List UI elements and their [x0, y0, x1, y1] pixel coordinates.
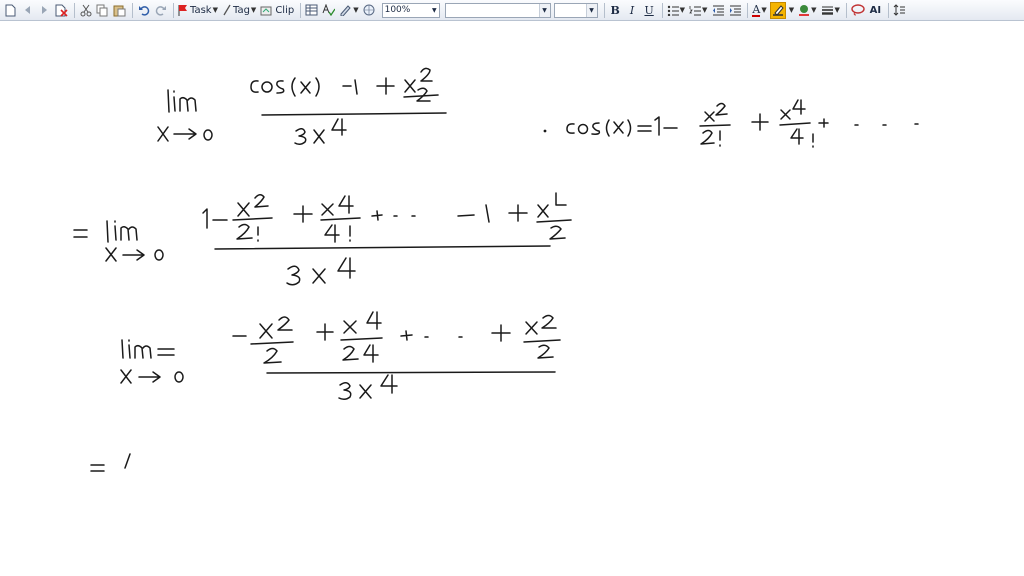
- chevron-down-icon: ▼: [585, 3, 597, 17]
- toolbar-separator: [132, 2, 133, 18]
- highlighter-button[interactable]: [769, 1, 786, 19]
- task-label: Task: [190, 4, 212, 16]
- chevron-down-icon: ▼: [538, 3, 550, 17]
- italic-button[interactable]: I: [625, 2, 640, 19]
- toolbar-separator: [845, 2, 847, 18]
- chevron-down-icon: ▼: [353, 6, 359, 14]
- clip-icon: [260, 6, 272, 16]
- font-color-button[interactable]: A ▼: [751, 2, 767, 19]
- text-style-button[interactable]: AI: [868, 2, 883, 19]
- tag-button[interactable]: Tag ▼: [221, 2, 257, 19]
- outdent-icon[interactable]: [710, 2, 725, 19]
- line-weight-icon[interactable]: ▼: [820, 2, 841, 19]
- delete-page-icon[interactable]: [54, 2, 69, 19]
- zoom-value: 100%: [384, 4, 411, 15]
- copy-icon[interactable]: [95, 2, 110, 19]
- toolbar-separator: [887, 2, 889, 18]
- chevron-down-icon: ▼: [811, 6, 817, 14]
- line-spacing-icon[interactable]: [892, 2, 907, 19]
- zoom-select[interactable]: 100% ▼: [381, 2, 440, 18]
- limit-expression-3: [120, 311, 561, 401]
- font-size-select[interactable]: ▼: [553, 2, 598, 18]
- new-page-icon[interactable]: [3, 2, 18, 19]
- limit-expression-1: [157, 67, 447, 146]
- handwritten-math: [73, 67, 919, 472]
- bullet-list-icon[interactable]: ▼: [666, 2, 686, 19]
- highlighter-icon: [772, 5, 784, 16]
- toolbar-separator: [300, 2, 302, 18]
- chevron-down-icon: ▼: [679, 6, 685, 14]
- forward-icon[interactable]: [37, 2, 52, 19]
- paste-icon[interactable]: [112, 2, 127, 19]
- chevron-down-icon: ▼: [834, 6, 840, 14]
- tag-label: Tag: [232, 4, 250, 16]
- font-name-select[interactable]: ▼: [444, 2, 551, 18]
- limit-expression-2: [73, 192, 572, 286]
- underline-button[interactable]: U: [642, 2, 657, 19]
- clip-button[interactable]: Clip: [259, 2, 295, 19]
- task-flag-icon: [178, 5, 187, 16]
- toolbar-separator: [173, 2, 174, 18]
- toolbar-separator: [747, 2, 749, 18]
- undo-icon[interactable]: [136, 2, 151, 19]
- result-expression: [90, 453, 131, 472]
- numbered-list-icon[interactable]: ▼: [688, 2, 708, 19]
- spell-check-icon[interactable]: [321, 2, 336, 19]
- toolbar-separator: [603, 2, 605, 18]
- chevron-down-icon: ▼: [212, 6, 218, 14]
- pen-tool-icon[interactable]: ▼: [338, 2, 359, 19]
- bold-button[interactable]: B: [608, 2, 623, 19]
- lasso-select-icon[interactable]: [850, 2, 866, 19]
- note-canvas[interactable]: [0, 22, 1024, 576]
- fill-color-icon[interactable]: ▼: [797, 2, 817, 19]
- cut-icon[interactable]: [78, 2, 93, 19]
- toolbar-separator: [74, 2, 75, 18]
- toolbar-separator: [661, 2, 663, 18]
- indent-icon[interactable]: [727, 2, 742, 19]
- globe-icon[interactable]: [362, 2, 377, 19]
- tag-icon: [223, 4, 231, 16]
- chevron-down-icon: ▼: [431, 6, 437, 14]
- task-button[interactable]: Task ▼: [177, 2, 219, 19]
- chevron-down-icon: ▼: [788, 6, 795, 14]
- chevron-down-icon: ▼: [701, 6, 708, 14]
- back-icon[interactable]: [20, 2, 35, 19]
- taylor-series-note: [543, 99, 919, 148]
- table-icon[interactable]: [304, 2, 319, 19]
- redo-icon[interactable]: [153, 2, 168, 19]
- clip-label: Clip: [275, 4, 295, 16]
- font-color-label: A: [752, 2, 761, 17]
- chevron-down-icon: ▼: [250, 6, 257, 14]
- chevron-down-icon: ▼: [761, 6, 767, 14]
- main-toolbar: Task ▼ Tag ▼ Clip ▼ 100% ▼ ▼ ▼ B I U ▼ ▼ A ▼…: [0, 0, 1024, 21]
